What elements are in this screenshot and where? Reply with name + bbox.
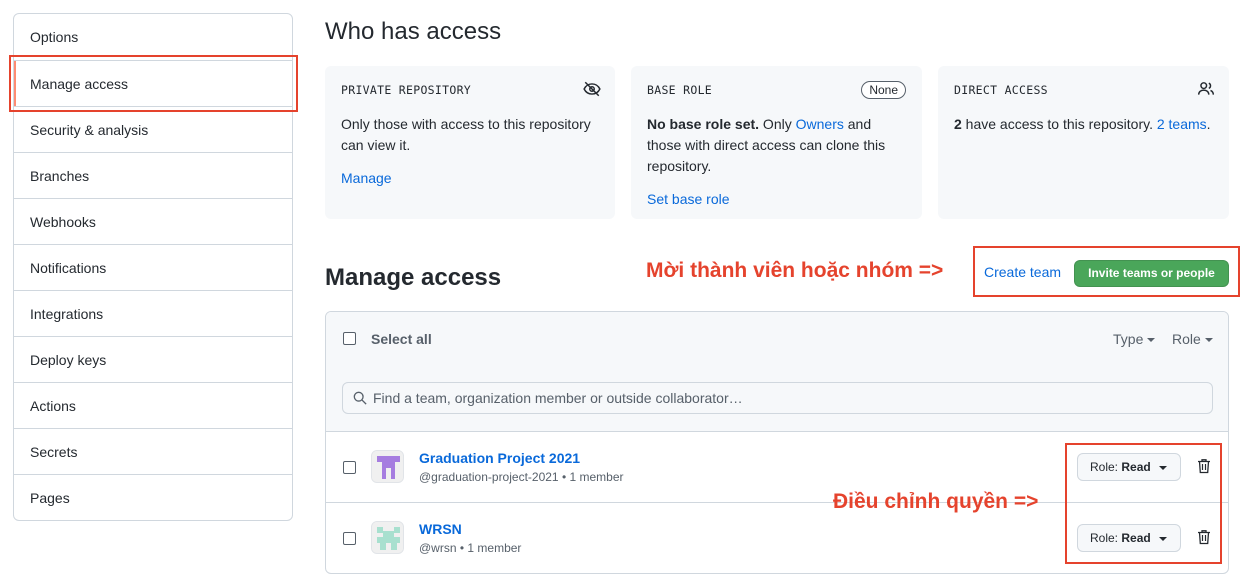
invite-button[interactable]: Invite teams or people	[1074, 260, 1229, 287]
sidebar-item-options[interactable]: Options	[14, 14, 292, 60]
select-all-label: Select all	[371, 331, 432, 347]
role-dropdown[interactable]: Role: Read	[1077, 524, 1181, 552]
chevron-down-icon	[1204, 338, 1213, 343]
base-role-card: BASE ROLE None No base role set. Only Ow…	[631, 66, 922, 219]
direct-access-card: DIRECT ACCESS 2 have access to this repo…	[938, 66, 1229, 219]
create-team-link[interactable]: Create team	[984, 264, 1061, 280]
row-checkbox[interactable]	[343, 532, 356, 545]
card-label: DIRECT ACCESS	[954, 83, 1048, 97]
card-description: Only those with access to this repositor…	[341, 116, 591, 153]
trash-icon[interactable]	[1197, 529, 1211, 545]
text-fragment: .	[1206, 116, 1211, 132]
member-count: 1 member	[569, 470, 624, 484]
type-filter[interactable]: Type	[1113, 331, 1156, 347]
card-description: 2 have access to this repository. 2 team…	[954, 114, 1213, 135]
text-fragment: Only	[759, 116, 796, 132]
sidebar-item-pages[interactable]: Pages	[14, 474, 292, 520]
row-checkbox[interactable]	[343, 461, 356, 474]
member-row: WRSN @wrsn • 1 member Role: Read	[326, 503, 1228, 573]
member-row: Graduation Project 2021 @graduation-proj…	[326, 432, 1228, 503]
member-count: 1 member	[467, 541, 522, 555]
role-dropdown[interactable]: Role: Read	[1077, 453, 1181, 481]
private-repository-card: PRIVATE REPOSITORY Only those with acces…	[325, 66, 615, 219]
member-handle: @graduation-project-2021	[419, 470, 559, 484]
sidebar-item-actions[interactable]: Actions	[14, 382, 292, 428]
page-title: Who has access	[325, 18, 502, 45]
sidebar-item-manage-access[interactable]: Manage access	[14, 60, 292, 106]
card-label: PRIVATE REPOSITORY	[341, 83, 472, 97]
eye-closed-icon	[583, 81, 601, 97]
owners-link[interactable]: Owners	[796, 116, 844, 132]
manage-link[interactable]: Manage	[341, 170, 599, 186]
card-description: No base role set. Only Owners and those …	[647, 114, 906, 177]
teams-link[interactable]: 2 teams	[1157, 116, 1207, 132]
member-meta: @graduation-project-2021 • 1 member	[419, 470, 624, 484]
chevron-down-icon	[1158, 465, 1167, 470]
people-icon	[1197, 82, 1215, 95]
manage-access-title: Manage access	[325, 264, 502, 291]
member-handle: @wrsn	[419, 541, 457, 555]
annotation-invite: Mời thành viên hoặc nhóm =>	[646, 259, 944, 282]
set-base-role-link[interactable]: Set base role	[647, 191, 906, 207]
sidebar-item-secrets[interactable]: Secrets	[14, 428, 292, 474]
sidebar-item-integrations[interactable]: Integrations	[14, 290, 292, 336]
sidebar-item-webhooks[interactable]: Webhooks	[14, 198, 292, 244]
trash-icon[interactable]	[1197, 458, 1211, 474]
search-icon	[353, 391, 367, 405]
members-header: Select all Type Role	[326, 312, 1228, 432]
chevron-down-icon	[1147, 338, 1156, 343]
role-prefix: Role:	[1090, 531, 1122, 545]
role-prefix: Role:	[1090, 460, 1122, 474]
search-field	[342, 382, 1213, 414]
chevron-down-icon	[1158, 536, 1167, 541]
type-filter-label: Type	[1113, 331, 1144, 347]
member-name-link[interactable]: WRSN	[419, 521, 462, 537]
sidebar-item-security-analysis[interactable]: Security & analysis	[14, 106, 292, 152]
role-value: Read	[1121, 531, 1151, 545]
direct-count: 2	[954, 116, 962, 132]
text-fragment: have access to this repository.	[961, 116, 1157, 132]
sidebar-item-deploy-keys[interactable]: Deploy keys	[14, 336, 292, 382]
team-identicon-icon	[372, 522, 403, 553]
members-list: Select all Type Role Graduation Project …	[325, 311, 1229, 574]
sidebar-item-branches[interactable]: Branches	[14, 152, 292, 198]
select-all-checkbox[interactable]	[343, 332, 356, 345]
avatar	[371, 450, 404, 483]
annotation-role: Điều chỉnh quyền =>	[833, 490, 1039, 513]
search-input[interactable]	[373, 383, 1203, 413]
role-value: Read	[1121, 460, 1151, 474]
role-filter-label: Role	[1172, 331, 1201, 347]
member-name-link[interactable]: Graduation Project 2021	[419, 450, 580, 466]
role-filter[interactable]: Role	[1172, 331, 1213, 347]
avatar	[371, 521, 404, 554]
base-role-badge: None	[861, 81, 906, 99]
sidebar-item-notifications[interactable]: Notifications	[14, 244, 292, 290]
base-role-bold: No base role set.	[647, 116, 760, 132]
settings-sidebar: Options Manage access Security & analysi…	[13, 13, 293, 521]
team-identicon-icon	[372, 451, 403, 482]
member-meta: @wrsn • 1 member	[419, 541, 522, 555]
